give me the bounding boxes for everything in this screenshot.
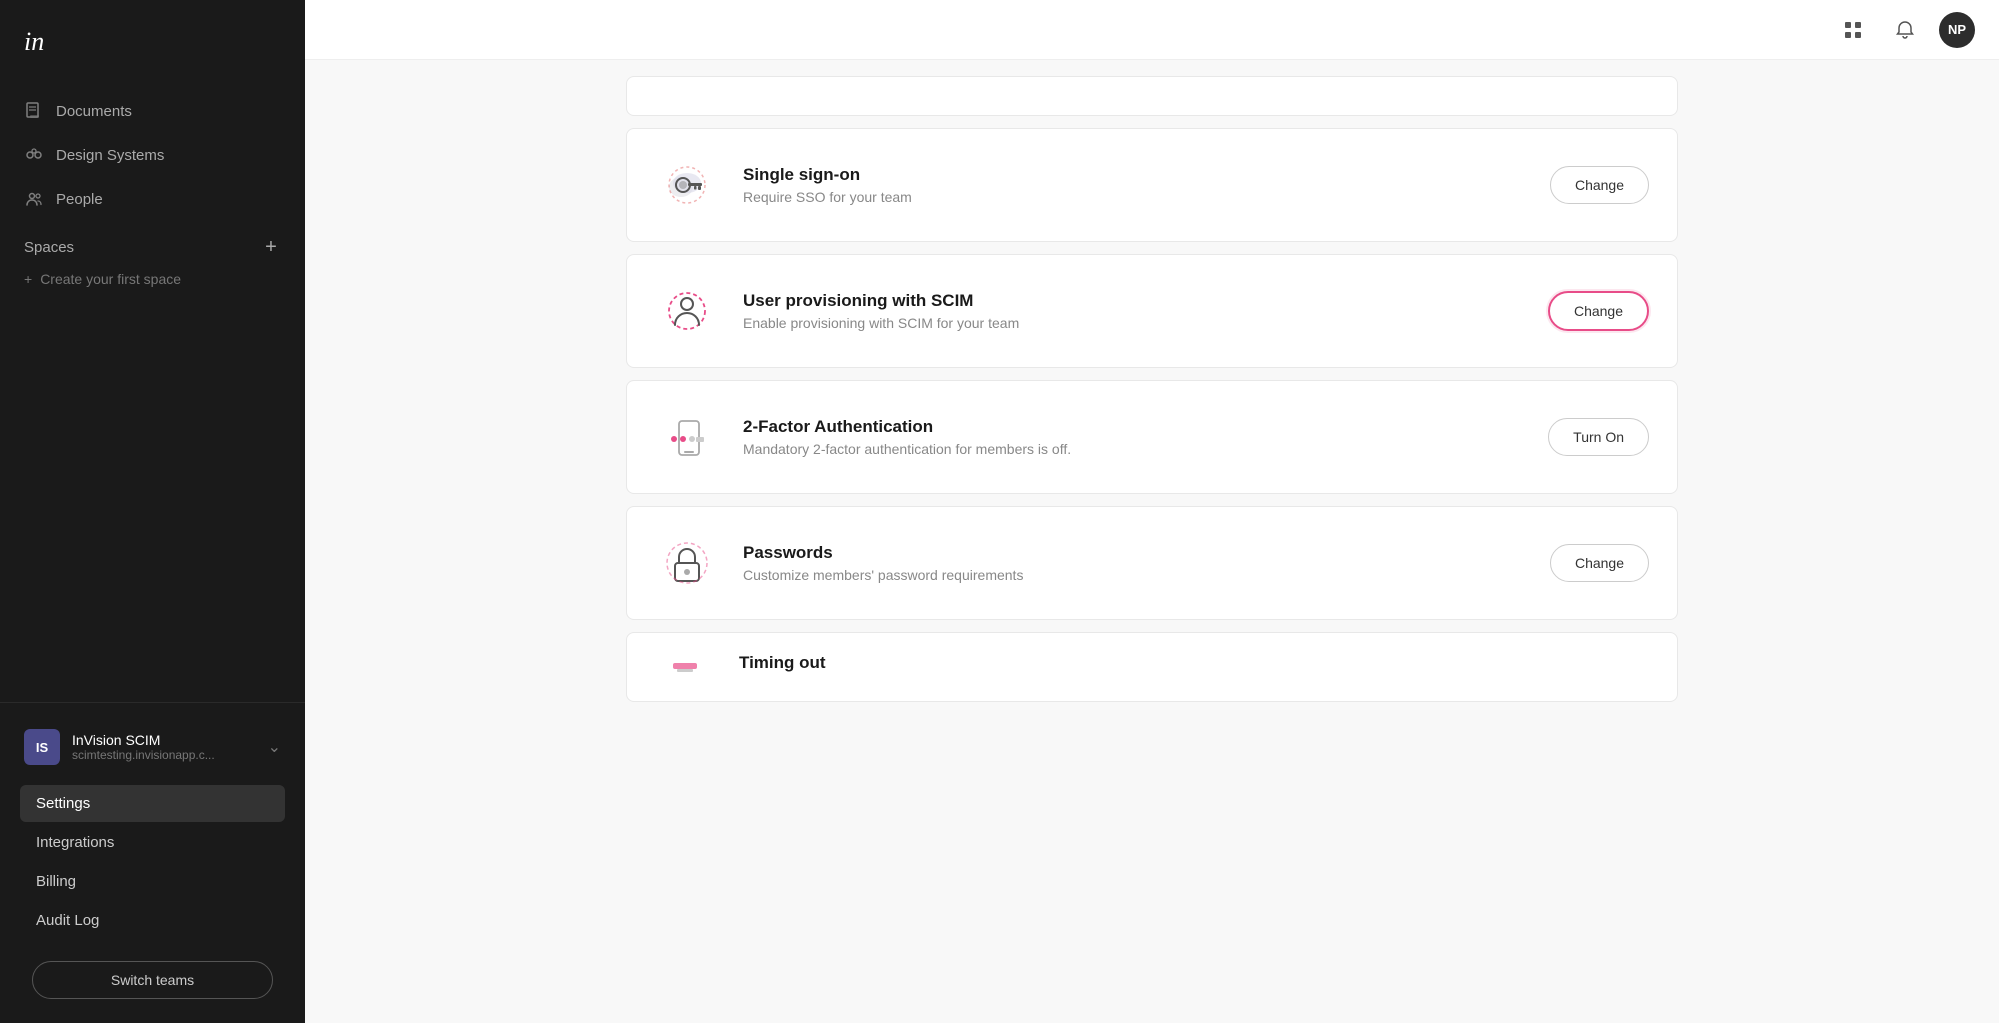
sidebar-item-design-systems-label: Design Systems xyxy=(56,147,164,164)
sidebar-item-people[interactable]: People xyxy=(0,177,305,221)
main-area: NP xyxy=(305,0,1999,1023)
sso-content: Single sign-on Require SSO for your team xyxy=(743,165,1526,205)
design-systems-icon xyxy=(24,145,44,165)
create-first-space[interactable]: + Create your first space xyxy=(24,265,281,293)
2fa-turnon-button[interactable]: Turn On xyxy=(1548,418,1649,456)
2fa-icon xyxy=(655,405,719,469)
sso-description: Require SSO for your team xyxy=(743,189,1526,205)
team-name: InVision SCIM xyxy=(72,732,256,748)
timeout-title: Timing out xyxy=(739,653,1649,673)
settings-card-scim: User provisioning with SCIM Enable provi… xyxy=(626,254,1678,368)
settings-card-top-partial xyxy=(626,76,1678,116)
passwords-change-button[interactable]: Change xyxy=(1550,544,1649,582)
sidebar-menu: Settings Integrations Billing Audit Log xyxy=(16,775,289,949)
2fa-description: Mandatory 2-factor authentication for me… xyxy=(743,441,1524,457)
sidebar-item-billing[interactable]: Billing xyxy=(20,863,285,900)
sidebar: in Documents Design xyxy=(0,0,305,1023)
spaces-header[interactable]: Spaces + xyxy=(24,237,281,257)
topbar: NP xyxy=(305,0,1999,60)
passwords-content: Passwords Customize members' password re… xyxy=(743,543,1526,583)
sso-title: Single sign-on xyxy=(743,165,1526,185)
settings-card-timeout: Timing out xyxy=(626,632,1678,702)
team-selector[interactable]: IS InVision SCIM scimtesting.invisionapp… xyxy=(16,719,289,775)
scim-description: Enable provisioning with SCIM for your t… xyxy=(743,315,1524,331)
integrations-label: Integrations xyxy=(36,834,114,851)
team-url: scimtesting.invisionapp.c... xyxy=(72,748,256,762)
people-icon xyxy=(24,189,44,209)
timeout-icon xyxy=(655,653,715,693)
scim-action: Change xyxy=(1548,291,1649,331)
audit-log-label: Audit Log xyxy=(36,912,99,929)
settings-card-2fa: 2-Factor Authentication Mandatory 2-fact… xyxy=(626,380,1678,494)
passwords-icon xyxy=(655,531,719,595)
bell-icon[interactable] xyxy=(1887,12,1923,48)
sidebar-bottom: IS InVision SCIM scimtesting.invisionapp… xyxy=(0,702,305,1023)
2fa-content: 2-Factor Authentication Mandatory 2-fact… xyxy=(743,417,1524,457)
sidebar-item-people-label: People xyxy=(56,191,103,208)
timeout-content: Timing out xyxy=(739,653,1649,677)
sso-icon xyxy=(655,153,719,217)
settings-label: Settings xyxy=(36,795,90,812)
sidebar-item-documents-label: Documents xyxy=(56,103,132,120)
switch-teams-button[interactable]: Switch teams xyxy=(32,961,273,999)
apps-grid-icon[interactable] xyxy=(1835,12,1871,48)
scim-content: User provisioning with SCIM Enable provi… xyxy=(743,291,1524,331)
scim-change-button[interactable]: Change xyxy=(1548,291,1649,331)
add-space-icon[interactable]: + xyxy=(261,237,281,257)
create-space-label: Create your first space xyxy=(40,271,181,287)
sidebar-item-documents[interactable]: Documents xyxy=(0,89,305,133)
scim-title: User provisioning with SCIM xyxy=(743,291,1524,311)
spaces-label: Spaces xyxy=(24,239,74,256)
sidebar-item-integrations[interactable]: Integrations xyxy=(20,824,285,861)
sso-action: Change xyxy=(1550,166,1649,204)
2fa-title: 2-Factor Authentication xyxy=(743,417,1524,437)
sidebar-nav: Documents Design Systems xyxy=(0,81,305,702)
plus-small-icon: + xyxy=(24,271,32,287)
team-avatar: IS xyxy=(24,729,60,765)
2fa-action: Turn On xyxy=(1548,418,1649,456)
settings-list: Single sign-on Require SSO for your team… xyxy=(602,60,1702,730)
settings-card-sso: Single sign-on Require SSO for your team… xyxy=(626,128,1678,242)
document-icon xyxy=(24,101,44,121)
settings-content: Single sign-on Require SSO for your team… xyxy=(305,60,1999,1023)
logo[interactable]: in xyxy=(0,0,305,81)
sidebar-item-audit-log[interactable]: Audit Log xyxy=(20,902,285,939)
passwords-action: Change xyxy=(1550,544,1649,582)
passwords-title: Passwords xyxy=(743,543,1526,563)
team-info: InVision SCIM scimtesting.invisionapp.c.… xyxy=(72,732,256,762)
svg-text:in: in xyxy=(24,28,44,56)
user-avatar[interactable]: NP xyxy=(1939,12,1975,48)
spaces-section: Spaces + + Create your first space xyxy=(0,221,305,301)
chevron-down-icon: ⌄ xyxy=(268,737,281,757)
settings-card-passwords: Passwords Customize members' password re… xyxy=(626,506,1678,620)
billing-label: Billing xyxy=(36,873,76,890)
passwords-description: Customize members' password requirements xyxy=(743,567,1526,583)
scim-icon xyxy=(655,279,719,343)
sidebar-item-settings[interactable]: Settings xyxy=(20,785,285,822)
sidebar-item-design-systems[interactable]: Design Systems xyxy=(0,133,305,177)
sso-change-button[interactable]: Change xyxy=(1550,166,1649,204)
